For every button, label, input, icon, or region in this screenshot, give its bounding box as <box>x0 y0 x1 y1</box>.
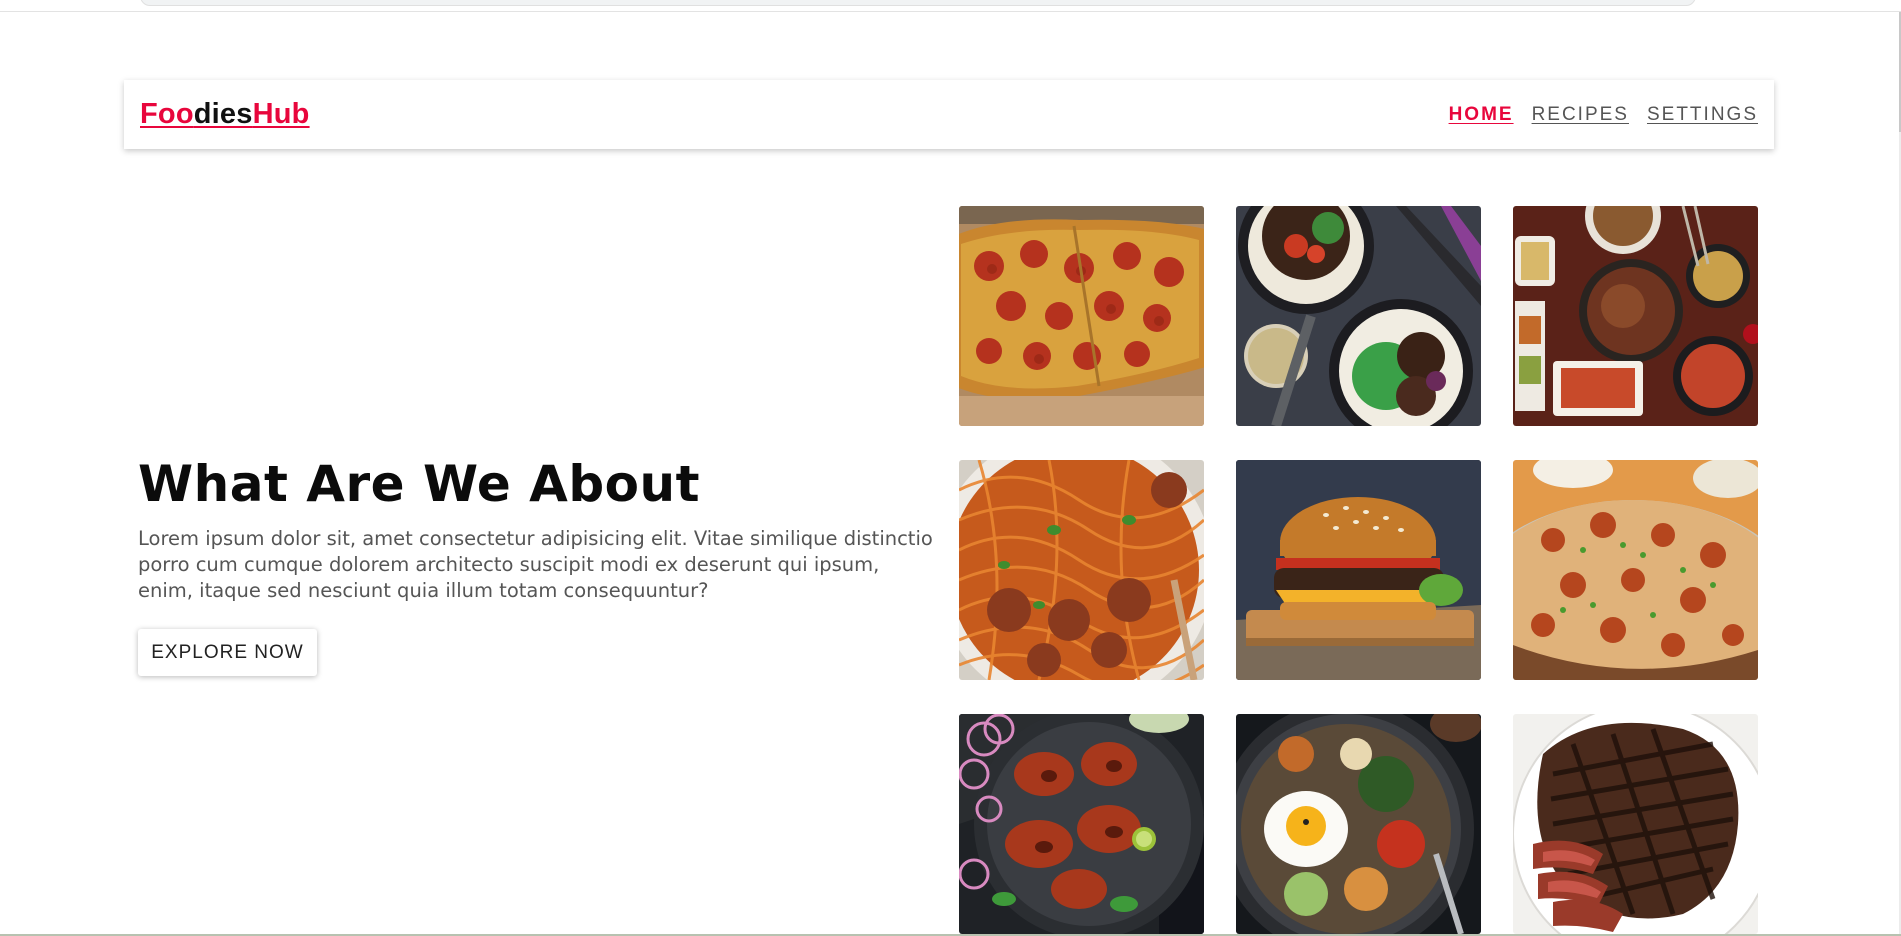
food-image-tandoori-chicken[interactable] <box>959 714 1204 934</box>
food-image-biryani[interactable] <box>1513 460 1758 680</box>
food-image-steak[interactable] <box>1513 714 1758 934</box>
logo-part-dies: dies <box>193 98 253 130</box>
food-image-pizza[interactable] <box>959 206 1204 426</box>
food-image-korean-spread[interactable] <box>1513 206 1758 426</box>
nav-links: HOME RECIPES SETTINGS <box>1449 104 1758 126</box>
logo-part-hub: Hub <box>252 98 310 130</box>
hero-description: Lorem ipsum dolor sit, amet consectetur … <box>138 527 933 602</box>
address-bar[interactable] <box>140 0 1696 6</box>
nav-link-settings[interactable]: SETTINGS <box>1647 104 1758 126</box>
food-image-grid <box>959 206 1758 934</box>
site-logo[interactable]: FoodiesHub <box>140 98 310 131</box>
food-image-beef-rice-bowls[interactable] <box>1236 206 1481 426</box>
nav-link-home[interactable]: HOME <box>1449 104 1514 126</box>
navbar: FoodiesHub HOME RECIPES SETTINGS <box>124 80 1774 149</box>
nav-link-recipes[interactable]: RECIPES <box>1532 104 1629 126</box>
explore-now-button[interactable]: EXPLORE NOW <box>138 629 317 676</box>
food-image-bibimbap[interactable] <box>1236 714 1481 934</box>
food-image-spaghetti-meatballs[interactable] <box>959 460 1204 680</box>
logo-part-foo: Foo <box>140 98 194 130</box>
food-image-burger[interactable] <box>1236 460 1481 680</box>
hero-title: What Are We About <box>138 455 700 513</box>
browser-top-strip <box>0 0 1901 12</box>
